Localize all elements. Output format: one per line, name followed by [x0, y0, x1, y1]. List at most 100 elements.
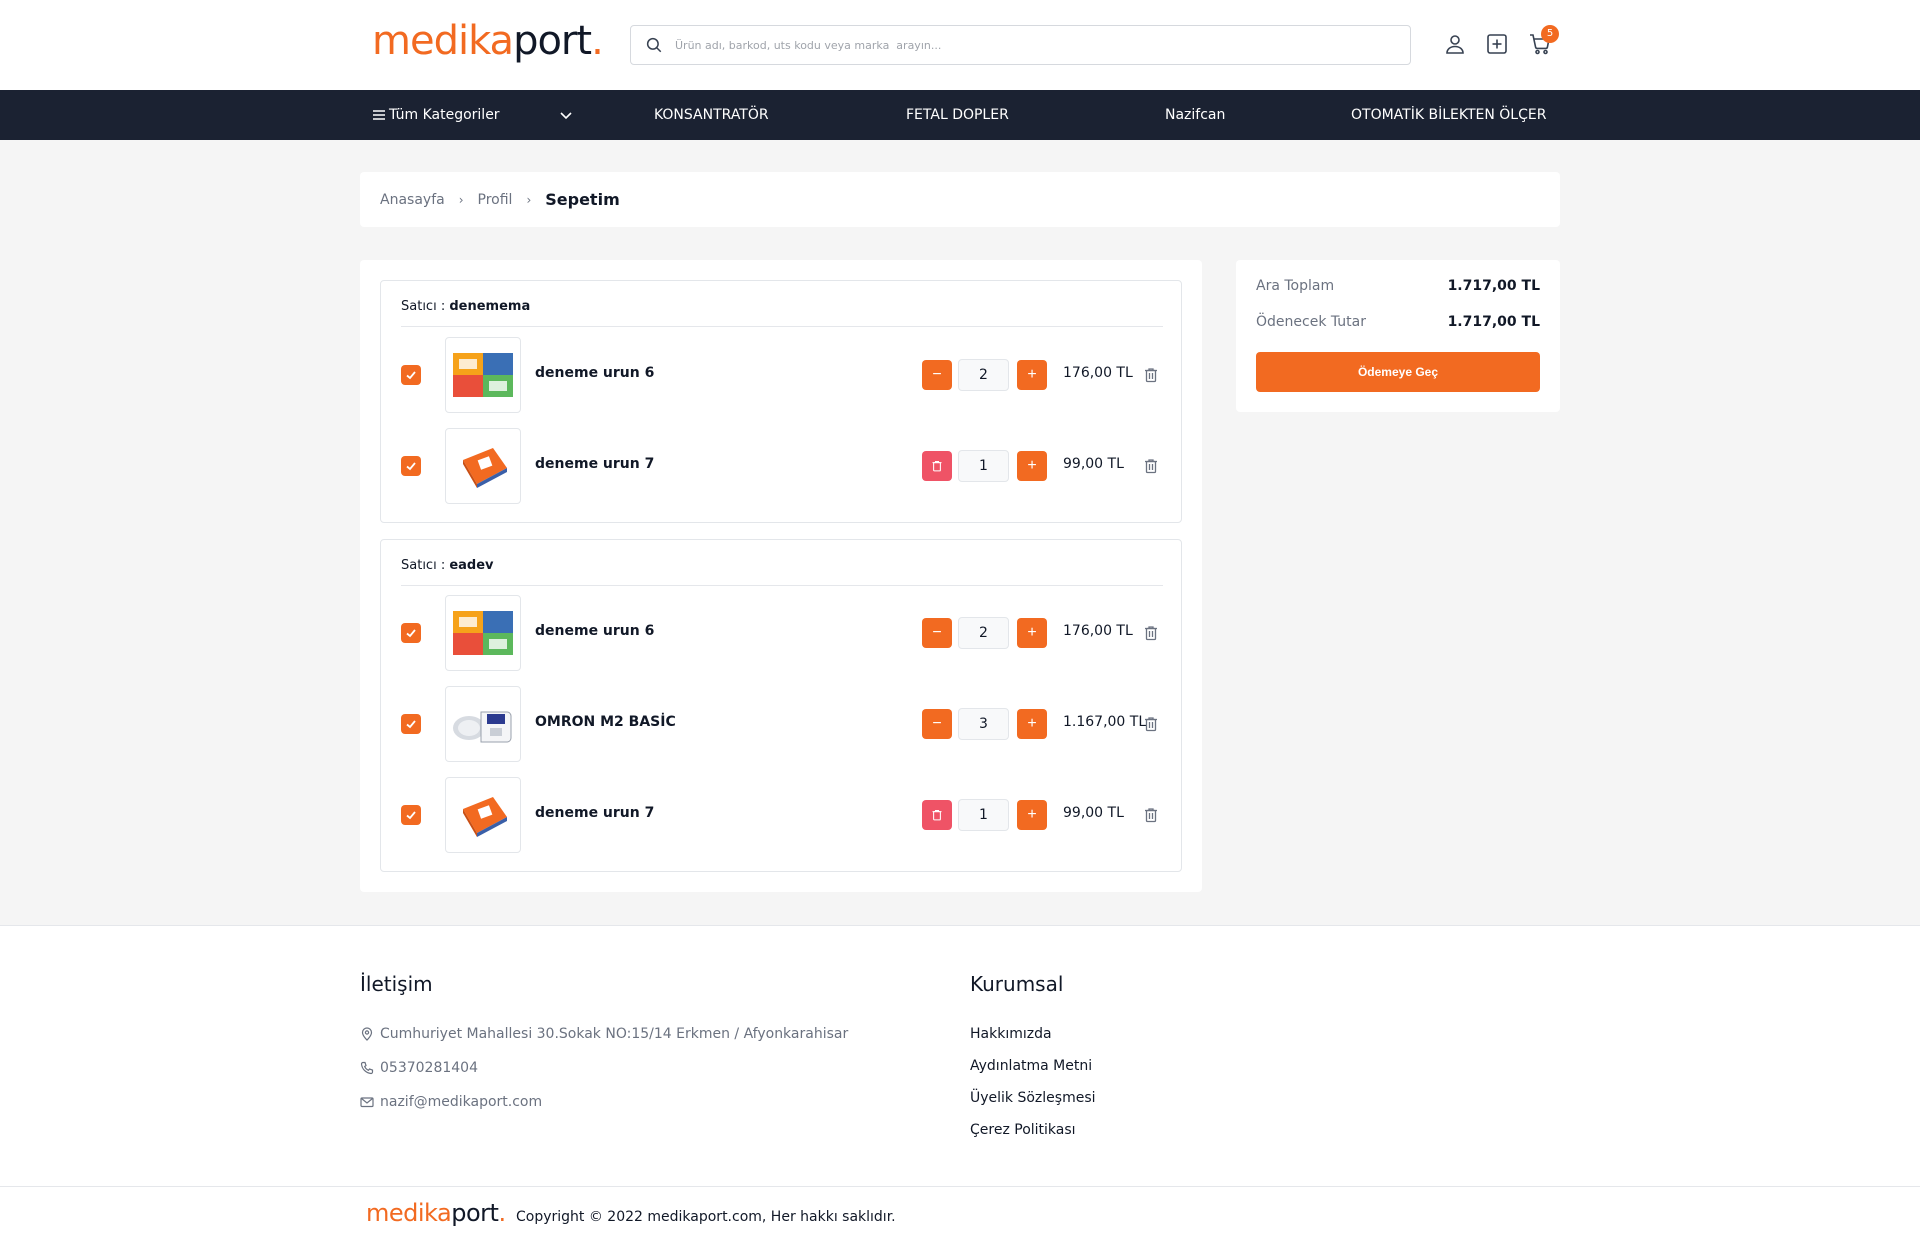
nav-all-categories[interactable]: Tüm Kategoriler	[372, 90, 500, 140]
product-image[interactable]	[445, 428, 521, 504]
checkout-button[interactable]: Ödemeye Geç	[1256, 352, 1540, 392]
item-checkbox[interactable]	[401, 714, 421, 734]
search-icon	[646, 37, 662, 53]
increase-qty-button[interactable]: +	[1017, 451, 1047, 481]
logo[interactable]: medikaport.	[372, 18, 604, 64]
footer-phone[interactable]: 05370281404	[360, 1060, 478, 1076]
minus-icon: −	[932, 366, 942, 383]
add-box-icon[interactable]	[1485, 32, 1509, 56]
user-icon[interactable]	[1443, 32, 1467, 56]
search-input[interactable]	[675, 38, 1375, 52]
item-price: 176,00 TL	[1063, 365, 1133, 381]
logo-part-medika: medika	[366, 1199, 452, 1227]
product-name[interactable]: deneme urun 7	[535, 805, 654, 821]
footer: İletişim Cumhuriyet Mahallesi 30.Sokak N…	[0, 925, 1920, 1246]
trash-icon[interactable]	[1143, 367, 1159, 383]
decrease-qty-button[interactable]: −	[922, 618, 952, 648]
check-icon	[406, 720, 416, 729]
decrease-qty-button[interactable]: −	[922, 360, 952, 390]
subtotal-value: 1.717,00 TL	[1447, 278, 1540, 294]
quantity-field[interactable]: 1	[958, 799, 1009, 831]
copyright-text: Copyright © 2022 medikaport.com, Her hak…	[516, 1209, 896, 1225]
check-icon	[406, 629, 416, 638]
footer-logo[interactable]: medikaport.	[366, 1199, 506, 1227]
main-nav: Tüm Kategoriler KONSANTRATÖR FETAL DOPLE…	[0, 90, 1920, 140]
minus-icon: −	[932, 624, 942, 641]
footer-email[interactable]: nazif@medikaport.com	[360, 1094, 542, 1110]
plus-icon: +	[1027, 366, 1037, 383]
seller-prefix: Satıcı :	[401, 299, 450, 314]
subtotal-row: Ara Toplam 1.717,00 TL	[1256, 278, 1540, 294]
footer-address: Cumhuriyet Mahallesi 30.Sokak NO:15/14 E…	[360, 1026, 848, 1042]
logo-part-port: port	[513, 18, 592, 64]
plus-icon: +	[1027, 457, 1037, 474]
footer-link-about[interactable]: Hakkımızda	[970, 1026, 1052, 1042]
trash-icon	[932, 809, 942, 821]
cart-count-badge: 5	[1541, 25, 1559, 43]
quantity-field[interactable]: 3	[958, 708, 1009, 740]
phone-icon	[360, 1061, 374, 1075]
nav-all-categories-label: Tüm Kategoriler	[389, 107, 500, 123]
trash-icon[interactable]	[1143, 625, 1159, 641]
quantity-field[interactable]: 1	[958, 450, 1009, 482]
increase-qty-button[interactable]: +	[1017, 800, 1047, 830]
product-image[interactable]	[445, 686, 521, 762]
header: medikaport. 5	[0, 0, 1920, 90]
footer-contact-title: İletişim	[360, 972, 433, 996]
quantity-field[interactable]: 2	[958, 617, 1009, 649]
footer-phone-text: 05370281404	[380, 1060, 478, 1076]
decrease-qty-button[interactable]: −	[922, 709, 952, 739]
total-label: Ödenecek Tutar	[1256, 314, 1366, 330]
breadcrumb-home[interactable]: Anasayfa	[380, 192, 445, 208]
remove-item-button[interactable]	[922, 800, 952, 830]
product-name[interactable]: deneme urun 6	[535, 623, 654, 639]
footer-link-disclosure[interactable]: Aydınlatma Metni	[970, 1058, 1092, 1074]
plus-icon: +	[1027, 715, 1037, 732]
increase-qty-button[interactable]: +	[1017, 618, 1047, 648]
breadcrumb-profile[interactable]: Profil	[478, 192, 513, 208]
trash-icon[interactable]	[1143, 716, 1159, 732]
nav-item-konsantrator[interactable]: KONSANTRATÖR	[654, 90, 769, 140]
nav-item-nazifcan[interactable]: Nazifcan	[1165, 90, 1225, 140]
nav-item-fetal-dopler[interactable]: FETAL DOPLER	[906, 90, 1009, 140]
product-name[interactable]: deneme urun 6	[535, 365, 654, 381]
product-image[interactable]	[445, 595, 521, 671]
item-checkbox[interactable]	[401, 805, 421, 825]
trash-icon[interactable]	[1143, 807, 1159, 823]
nav-item-otomatik-bilekten-olcer[interactable]: OTOMATİK BİLEKTEN ÖLÇER	[1351, 90, 1546, 140]
item-checkbox[interactable]	[401, 365, 421, 385]
footer-link-cookies[interactable]: Çerez Politikası	[970, 1122, 1076, 1138]
remove-item-button[interactable]	[922, 451, 952, 481]
item-price: 99,00 TL	[1063, 456, 1124, 472]
mail-icon	[360, 1097, 374, 1108]
check-icon	[406, 371, 416, 380]
increase-qty-button[interactable]: +	[1017, 360, 1047, 390]
product-image[interactable]	[445, 777, 521, 853]
map-pin-icon	[361, 1027, 373, 1041]
footer-address-text: Cumhuriyet Mahallesi 30.Sokak NO:15/14 E…	[380, 1026, 849, 1042]
cart-item: deneme urun 7 1 + 99,00 TL	[401, 428, 1163, 504]
item-price: 1.167,00 TL	[1063, 714, 1147, 730]
logo-dot: .	[591, 18, 604, 64]
item-price: 176,00 TL	[1063, 623, 1133, 639]
logo-part-medika: medika	[372, 18, 514, 64]
product-image[interactable]	[445, 337, 521, 413]
seller-prefix: Satıcı :	[401, 558, 450, 573]
item-checkbox[interactable]	[401, 623, 421, 643]
cart-item: deneme urun 7 1 + 99,00 TL	[401, 777, 1163, 853]
product-thumbnail-boxes	[453, 353, 513, 397]
footer-corporate-title: Kurumsal	[970, 972, 1064, 996]
logo-part-port: port	[451, 1199, 499, 1227]
footer-link-membership[interactable]: Üyelik Sözleşmesi	[970, 1090, 1096, 1106]
chevron-down-icon[interactable]	[558, 107, 574, 123]
menu-icon	[373, 110, 385, 120]
trash-icon[interactable]	[1143, 458, 1159, 474]
cart-item: deneme urun 6 − 2 + 176,00 TL	[401, 337, 1163, 413]
quantity-field[interactable]: 2	[958, 359, 1009, 391]
seller-group: Satıcı : denemema deneme urun 6 − 2 + 17…	[380, 280, 1182, 523]
product-name[interactable]: deneme urun 7	[535, 456, 654, 472]
item-checkbox[interactable]	[401, 456, 421, 476]
product-name[interactable]: OMRON M2 BASİC	[535, 714, 676, 730]
product-thumbnail-box	[463, 448, 507, 488]
increase-qty-button[interactable]: +	[1017, 709, 1047, 739]
